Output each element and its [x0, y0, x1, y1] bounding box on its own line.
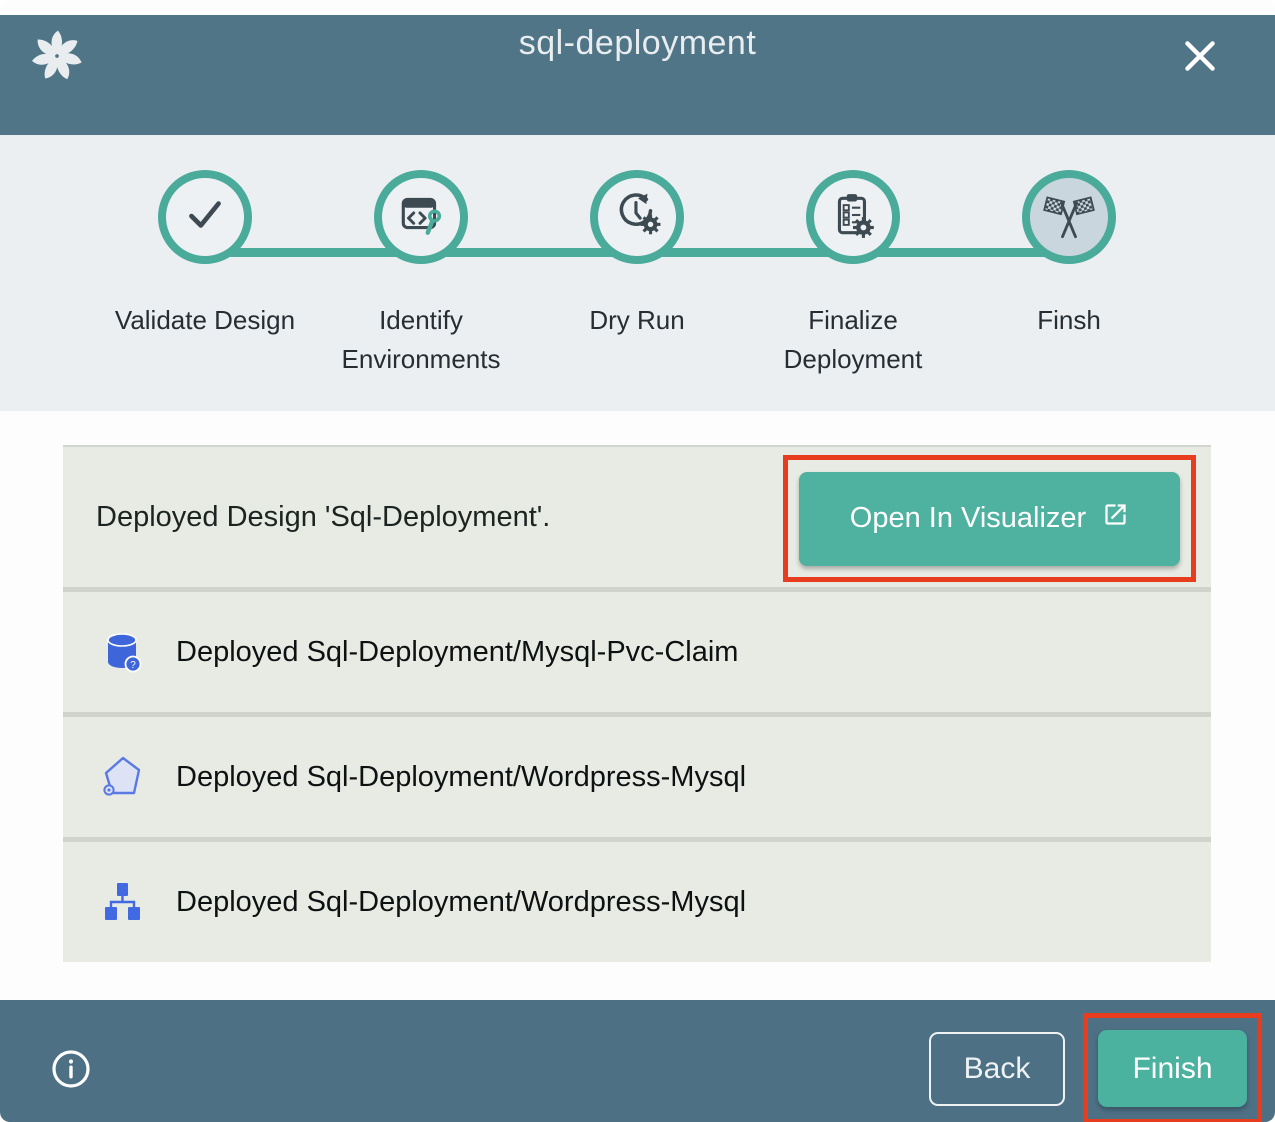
- result-text: Deployed Sql-Deployment/Mysql-Pvc-Claim: [176, 636, 738, 669]
- deployed-design-text: Deployed Design 'Sql-Deployment'.: [63, 501, 550, 534]
- result-row-wordpress-mysql-1: Deployed Sql-Deployment/Wordpress-Mysql: [63, 712, 1211, 837]
- step-circle-finish-active: [1022, 170, 1116, 264]
- finish-flags-icon: [1043, 189, 1095, 246]
- svg-text:?: ?: [130, 660, 136, 671]
- finish-button[interactable]: Finish: [1098, 1030, 1247, 1107]
- deployed-design-row: Deployed Design 'Sql-Deployment'. Open I…: [63, 445, 1211, 587]
- step-validate-design: Validate Design: [97, 170, 313, 379]
- result-text: Deployed Sql-Deployment/Wordpress-Mysql: [176, 761, 746, 794]
- clipboard-gear-icon: [828, 190, 878, 245]
- deployment-wizard-modal: sql-deployment Validate Design: [0, 0, 1275, 1122]
- pentagon-shape-icon: [98, 753, 146, 801]
- result-row-wordpress-mysql-2: Deployed Sql-Deployment/Wordpress-Mysql: [63, 837, 1211, 962]
- database-question-icon: ?: [98, 628, 146, 676]
- modal-footer: Back Finish: [0, 1000, 1275, 1122]
- step-label: Dry Run: [589, 301, 684, 340]
- close-icon[interactable]: [1177, 33, 1223, 79]
- dry-run-sync-gear-icon: [612, 190, 662, 245]
- nirmata-logo-icon: [28, 27, 86, 85]
- step-circle-identify: [374, 170, 468, 264]
- hierarchy-icon: [98, 878, 146, 926]
- result-row-pvc-claim: ? Deployed Sql-Deployment/Mysql-Pvc-Clai…: [63, 587, 1211, 712]
- step-label: Finsh: [1037, 301, 1101, 340]
- check-icon: [180, 190, 230, 245]
- modal-title: sql-deployment: [0, 15, 1275, 71]
- step-label: Identify Environments: [321, 301, 521, 379]
- step-dry-run: Dry Run: [529, 170, 745, 379]
- highlight-box-finish: Finish: [1083, 1013, 1262, 1122]
- back-button[interactable]: Back: [929, 1032, 1065, 1106]
- step-finalize-deployment: Finalize Deployment: [745, 170, 961, 379]
- modal-header: sql-deployment: [0, 15, 1275, 135]
- info-icon[interactable]: [49, 1047, 93, 1091]
- code-wrench-icon: [396, 190, 446, 245]
- step-circle-validate: [158, 170, 252, 264]
- external-link-icon: [1102, 501, 1129, 536]
- result-text: Deployed Sql-Deployment/Wordpress-Mysql: [176, 886, 746, 919]
- step-identify-environments: Identify Environments: [313, 170, 529, 379]
- step-circle-finalize: [806, 170, 900, 264]
- deployment-results: Deployed Design 'Sql-Deployment'. Open I…: [0, 411, 1275, 1000]
- step-circle-dry-run: [590, 170, 684, 264]
- step-label: Finalize Deployment: [753, 301, 953, 379]
- wizard-stepper: Validate Design Identify Environment: [0, 135, 1275, 411]
- step-label: Validate Design: [115, 301, 295, 340]
- open-in-visualizer-label: Open In Visualizer: [850, 502, 1086, 535]
- highlight-box-visualizer: Open In Visualizer: [783, 455, 1196, 582]
- open-in-visualizer-button[interactable]: Open In Visualizer: [799, 472, 1180, 566]
- step-finish: Finsh: [961, 170, 1177, 379]
